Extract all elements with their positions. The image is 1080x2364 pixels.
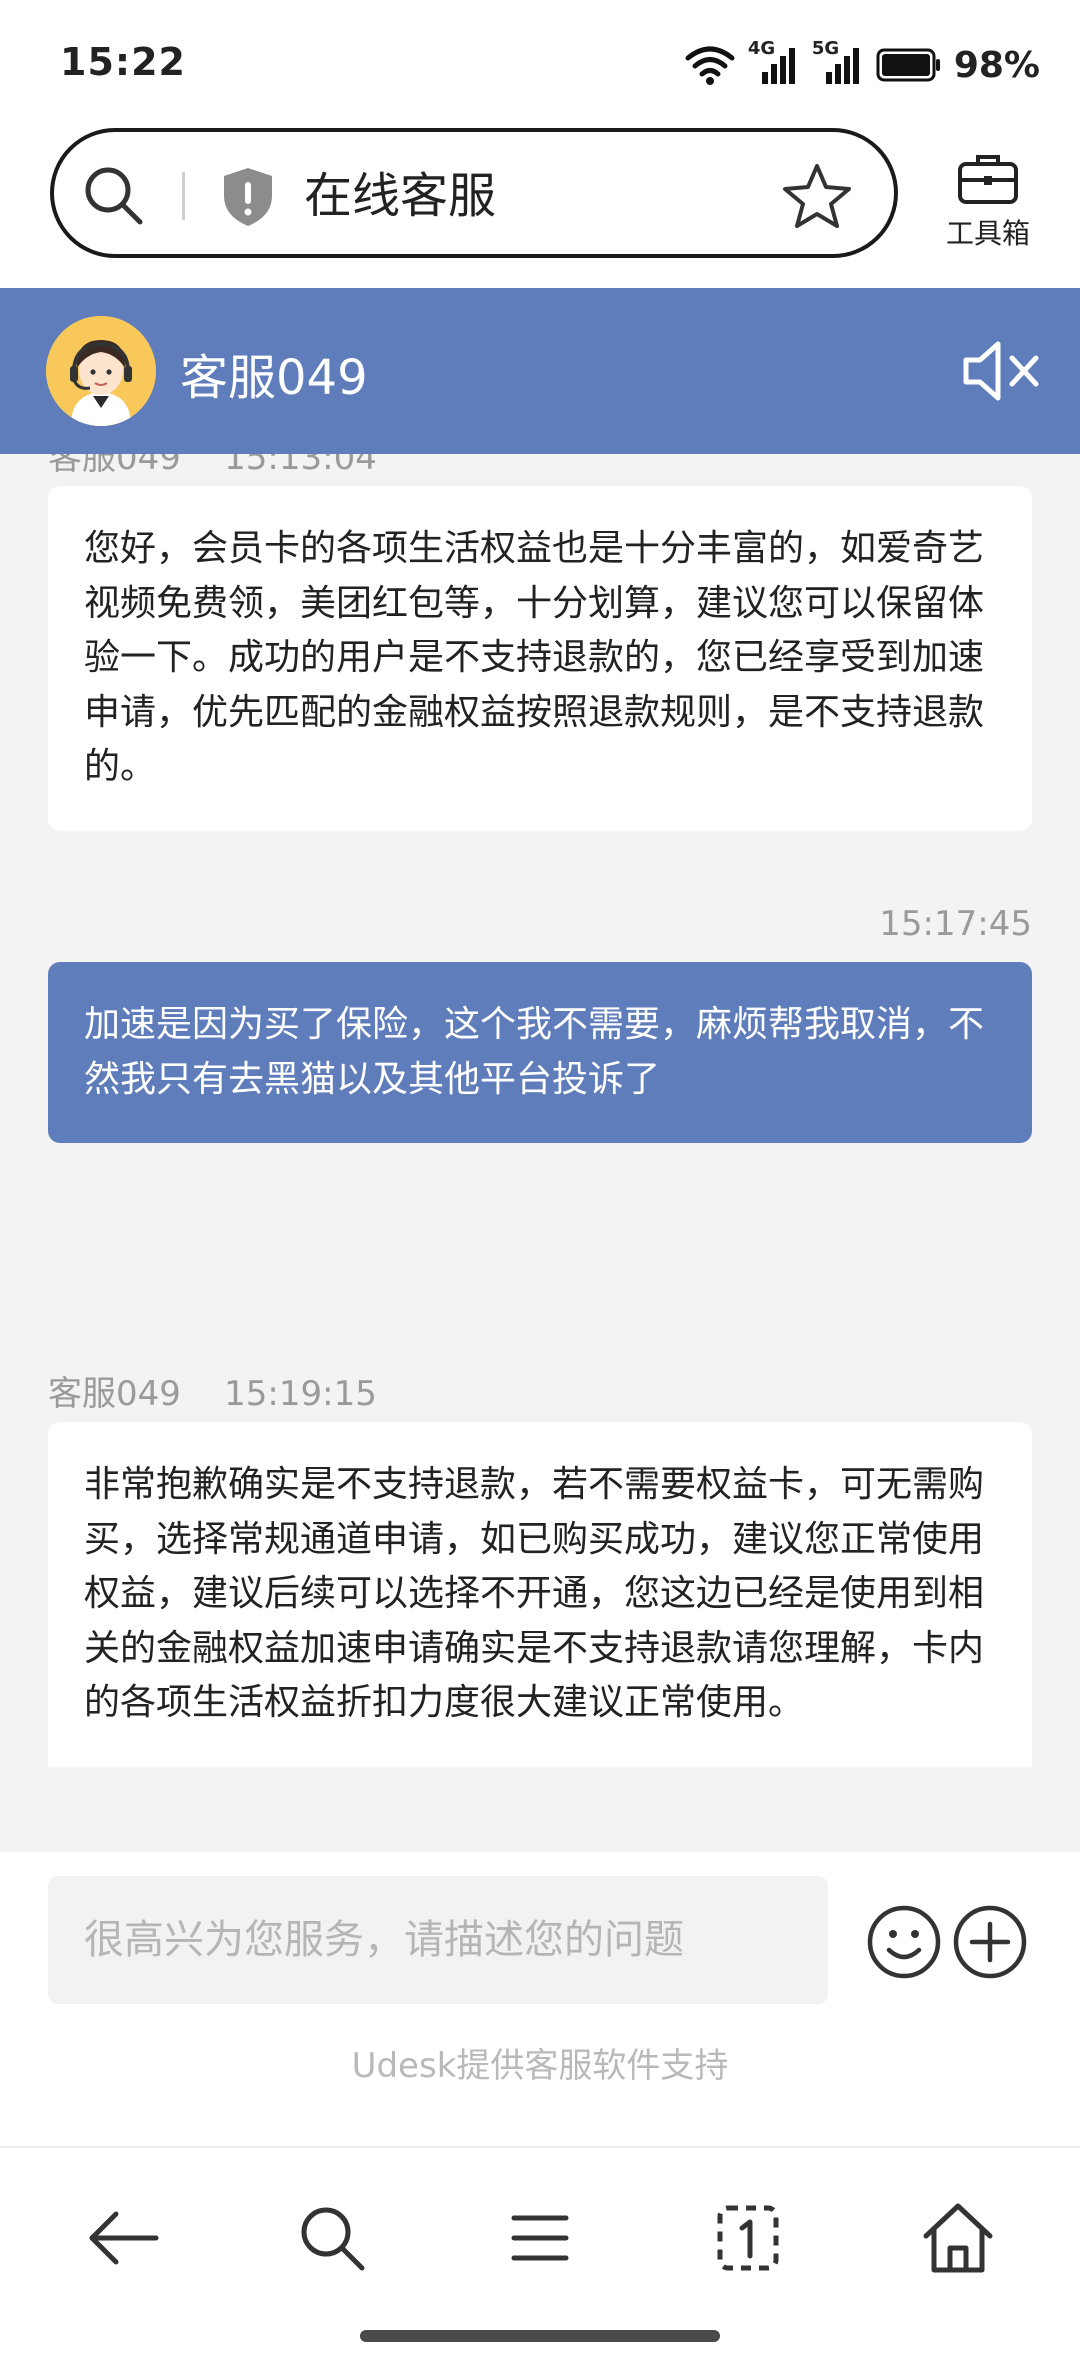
agent-avatar xyxy=(46,316,156,426)
menu-icon[interactable] xyxy=(500,2198,580,2278)
home-icon[interactable] xyxy=(918,2198,998,2278)
message-input[interactable] xyxy=(48,1876,828,2004)
browser-bottom-nav xyxy=(0,2146,1080,2364)
address-divider xyxy=(182,172,185,220)
agent-message-bubble: 您好，会员卡的各项生活权益也是十分丰富的，如爱奇艺视频免费领，美团红包等，十分划… xyxy=(48,486,1032,831)
search-icon[interactable] xyxy=(80,162,148,230)
wifi-icon xyxy=(685,46,735,85)
composer: Udesk提供客服软件支持 xyxy=(0,1852,1080,2146)
address-bar[interactable]: 在线客服 xyxy=(50,128,898,258)
user-message-bubble: 加速是因为买了保险，这个我不需要，麻烦帮我取消，不然我只有去黑猫以及其他平台投诉… xyxy=(48,962,1032,1143)
search-icon[interactable] xyxy=(292,2198,372,2278)
signal-5g-icon: 5G xyxy=(812,38,864,86)
chat-messages[interactable]: 客服049 15:13:04 您好，会员卡的各项生活权益也是十分丰富的，如爱奇艺… xyxy=(0,454,1080,1852)
message-meta: 客服049 15:19:15 xyxy=(48,1374,377,1414)
agent-message-bubble: 非常抱歉确实是不支持退款，若不需要权益卡，可无需购买，选择常规通道申请，如已购买… xyxy=(48,1422,1032,1767)
toolbox-button[interactable]: 工具箱 xyxy=(928,140,1048,260)
tabs-icon[interactable] xyxy=(708,2198,788,2278)
message-meta: 15:17:45 xyxy=(879,904,1032,944)
back-arrow-icon[interactable] xyxy=(84,2198,164,2278)
shield-icon[interactable] xyxy=(220,166,276,228)
status-bar: 15:22 4G 5G 98% xyxy=(0,0,1080,130)
home-indicator[interactable] xyxy=(360,2330,720,2342)
powered-by-text: Udesk提供客服软件支持 xyxy=(351,2046,729,2086)
battery-icon xyxy=(876,48,940,82)
agent-name: 客服049 xyxy=(180,350,368,406)
toolbox-label: 工具箱 xyxy=(945,217,1030,250)
chat-header: 客服049 xyxy=(0,288,1080,454)
battery-percent: 98% xyxy=(953,44,1040,86)
message-input-box[interactable] xyxy=(48,1876,828,2004)
emoji-icon[interactable] xyxy=(866,1904,942,1980)
star-icon[interactable] xyxy=(782,162,852,228)
mute-icon[interactable] xyxy=(962,340,1040,402)
status-icons: 4G 5G 98% xyxy=(684,38,1040,90)
signal-4g-icon: 4G xyxy=(748,38,800,86)
message-meta: 客服049 15:13:04 xyxy=(48,454,377,478)
toolbox-icon xyxy=(958,155,1018,204)
page-title: 在线客服 xyxy=(304,168,497,224)
browser-bar: 在线客服 工具箱 xyxy=(0,120,1080,288)
plus-icon[interactable] xyxy=(952,1904,1028,1980)
status-time: 15:22 xyxy=(60,40,186,84)
